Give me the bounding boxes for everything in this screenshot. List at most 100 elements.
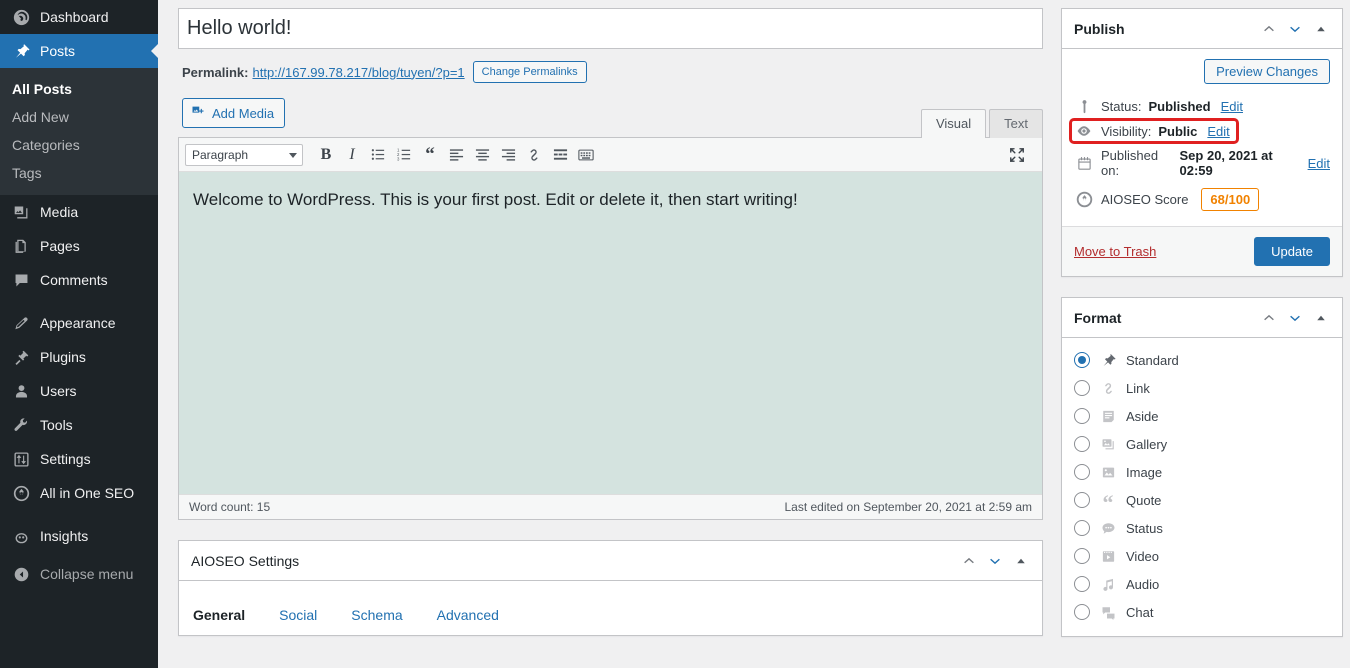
permalink-label: Permalink:	[182, 64, 249, 80]
publish-panel-header: Publish	[1062, 9, 1342, 49]
post-title-input[interactable]	[178, 8, 1043, 49]
numbered-list-icon[interactable]: 1 2 3	[391, 142, 417, 168]
sidebar-item-media[interactable]: Media	[0, 195, 158, 229]
image-icon	[1098, 462, 1118, 482]
toggle-panel-icon[interactable]	[1308, 16, 1334, 42]
toggle-panel-icon[interactable]	[1008, 548, 1034, 574]
radio-video[interactable]	[1074, 548, 1090, 564]
publish-panel: Publish Preview Changes Status: Publishe…	[1061, 8, 1343, 277]
sidebar-item-comments[interactable]: Comments	[0, 263, 158, 297]
format-option-standard[interactable]: Standard	[1074, 346, 1330, 374]
radio-audio[interactable]	[1074, 576, 1090, 592]
visibility-value: Public	[1158, 123, 1198, 139]
fullscreen-icon[interactable]	[1004, 142, 1030, 168]
status-label: Status:	[1101, 99, 1142, 114]
sidebar-subitem-add-new[interactable]: Add New	[0, 103, 158, 131]
sidebar-item-posts[interactable]: Posts	[0, 34, 158, 68]
sidebar-item-settings[interactable]: Settings	[0, 442, 158, 476]
align-left-icon[interactable]	[443, 142, 469, 168]
editor-content-area[interactable]: Welcome to WordPress. This is your first…	[179, 172, 1042, 494]
add-media-button[interactable]: Add Media	[182, 98, 286, 128]
sidebar-item-tools[interactable]: Tools	[0, 408, 158, 442]
radio-quote[interactable]	[1074, 492, 1090, 508]
permalink-url-link[interactable]: http://167.99.78.217/blog/tuyen/?p=1	[252, 65, 464, 80]
format-option-audio[interactable]: Audio	[1074, 570, 1330, 598]
publish-panel-title: Publish	[1074, 20, 1125, 37]
move-up-icon[interactable]	[1256, 305, 1282, 331]
status-row: Status: Published Edit	[1074, 94, 1330, 119]
format-option-image[interactable]: Image	[1074, 458, 1330, 486]
aioseo-tab-social[interactable]: Social	[279, 607, 339, 623]
published-value: Sep 20, 2021 at 02:59	[1179, 148, 1273, 178]
dashboard-icon	[11, 7, 31, 27]
update-button[interactable]: Update	[1254, 237, 1330, 266]
sidebar-subitem-all-posts[interactable]: All Posts	[0, 75, 158, 103]
format-option-link[interactable]: Link	[1074, 374, 1330, 402]
format-option-status[interactable]: Status	[1074, 514, 1330, 542]
format-option-gallery[interactable]: Gallery	[1074, 430, 1330, 458]
toggle-panel-icon[interactable]	[1308, 305, 1334, 331]
align-right-icon[interactable]	[495, 142, 521, 168]
blockquote-icon[interactable]: “	[417, 142, 443, 168]
insights-icon	[11, 526, 31, 546]
tab-text[interactable]: Text	[989, 109, 1043, 138]
aioseo-tab-schema[interactable]: Schema	[351, 607, 424, 623]
format-option-quote[interactable]: “ Quote	[1074, 486, 1330, 514]
collapse-menu-button[interactable]: Collapse menu	[0, 557, 158, 591]
sidebar-item-all-in-one-seo[interactable]: All in One SEO	[0, 476, 158, 510]
move-down-icon[interactable]	[1282, 16, 1308, 42]
radio-image[interactable]	[1074, 464, 1090, 480]
italic-icon[interactable]: I	[339, 142, 365, 168]
sidebar-subitem-categories[interactable]: Categories	[0, 131, 158, 159]
aioseo-tab-general[interactable]: General	[193, 607, 267, 623]
radio-status[interactable]	[1074, 520, 1090, 536]
add-media-row: Add Media	[182, 98, 1043, 128]
sidebar-item-pages[interactable]: Pages	[0, 229, 158, 263]
move-up-icon[interactable]	[1256, 16, 1282, 42]
move-down-icon[interactable]	[982, 548, 1008, 574]
editor-mode-tabs: Visual Text	[918, 109, 1043, 138]
radio-standard[interactable]	[1074, 352, 1090, 368]
aioseo-tab-advanced[interactable]: Advanced	[437, 607, 521, 623]
format-option-chat[interactable]: Chat	[1074, 598, 1330, 626]
aioseo-icon	[11, 483, 31, 503]
visibility-edit-link[interactable]: Edit	[1207, 124, 1229, 139]
format-label: Aside	[1126, 408, 1159, 424]
sidebar-item-appearance[interactable]: Appearance	[0, 306, 158, 340]
format-option-video[interactable]: Video	[1074, 542, 1330, 570]
sidebar-item-plugins[interactable]: Plugins	[0, 340, 158, 374]
move-up-icon[interactable]	[956, 548, 982, 574]
paragraph-format-select[interactable]: Paragraph	[185, 143, 303, 166]
read-more-icon[interactable]	[547, 142, 573, 168]
format-option-aside[interactable]: Aside	[1074, 402, 1330, 430]
tools-icon	[11, 415, 31, 435]
radio-link[interactable]	[1074, 380, 1090, 396]
sidebar-item-dashboard[interactable]: Dashboard	[0, 0, 158, 34]
tab-visual[interactable]: Visual	[920, 109, 987, 138]
bold-icon[interactable]: B	[313, 142, 339, 168]
bulleted-list-icon[interactable]	[365, 142, 391, 168]
aioseo-score-label: AIOSEO Score	[1101, 192, 1189, 207]
move-to-trash-link[interactable]: Move to Trash	[1074, 244, 1156, 259]
move-down-icon[interactable]	[1282, 305, 1308, 331]
radio-aside[interactable]	[1074, 408, 1090, 424]
published-edit-link[interactable]: Edit	[1308, 156, 1330, 171]
word-count: Word count: 15	[189, 500, 271, 514]
sidebar-subitem-tags[interactable]: Tags	[0, 159, 158, 187]
format-panel: Format Standard Link Aside Gallery Image…	[1061, 297, 1343, 637]
aioseo-score-icon	[1074, 191, 1094, 208]
toolbar-toggle-icon[interactable]	[573, 142, 599, 168]
radio-gallery[interactable]	[1074, 436, 1090, 452]
sidebar-item-insights[interactable]: Insights	[0, 519, 158, 553]
change-permalinks-button[interactable]: Change Permalinks	[472, 60, 587, 84]
radio-chat[interactable]	[1074, 604, 1090, 620]
editor-paragraph: Welcome to WordPress. This is your first…	[193, 190, 798, 209]
users-icon	[11, 381, 31, 401]
collapse-menu-label: Collapse menu	[40, 566, 134, 582]
status-edit-link[interactable]: Edit	[1221, 99, 1243, 114]
preview-changes-button[interactable]: Preview Changes	[1204, 59, 1330, 84]
link-icon[interactable]	[521, 142, 547, 168]
format-label: Audio	[1126, 576, 1160, 592]
align-center-icon[interactable]	[469, 142, 495, 168]
sidebar-item-users[interactable]: Users	[0, 374, 158, 408]
